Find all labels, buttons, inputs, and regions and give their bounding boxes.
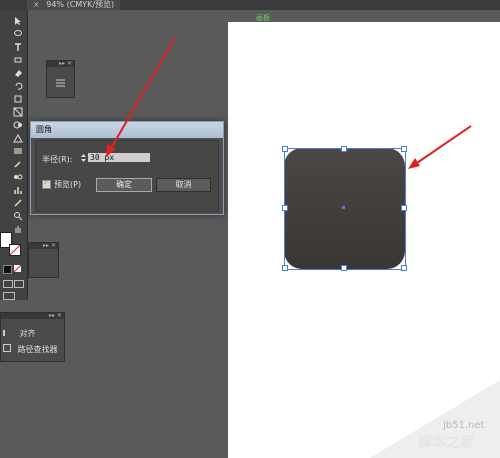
align-pathfinder-panel: ▸▸ ✕ 对齐 路径查找器 bbox=[0, 312, 65, 362]
floating-panel-swatch: ▸▸ ✕ bbox=[28, 242, 59, 278]
rectangle-tool-icon[interactable] bbox=[13, 55, 23, 65]
none-stroke-icon bbox=[9, 244, 21, 256]
preview-checkbox[interactable]: ✓ bbox=[42, 178, 51, 189]
align-label: 对齐 bbox=[19, 329, 36, 338]
screen-mode-icon[interactable] bbox=[3, 292, 15, 300]
artboard-label: 画板 bbox=[256, 14, 270, 22]
tools-panel bbox=[0, 10, 28, 300]
graph-tool-icon[interactable] bbox=[13, 185, 23, 195]
document-tab-strip: × 94% (CMYK/预览) bbox=[0, 0, 500, 10]
handle-middle-right[interactable] bbox=[401, 205, 407, 211]
scale-tool-icon[interactable] bbox=[13, 94, 23, 104]
pathfinder-label: 路径查找器 bbox=[17, 345, 58, 354]
panel-item-align[interactable]: 对齐 bbox=[1, 327, 36, 341]
handle-middle-left[interactable] bbox=[282, 205, 288, 211]
zoom-tool-icon[interactable] bbox=[13, 211, 23, 221]
panel-menu-icon[interactable] bbox=[47, 67, 74, 97]
type-tool-icon[interactable] bbox=[13, 42, 23, 52]
eraser-tool-icon[interactable] bbox=[13, 68, 23, 78]
radius-input[interactable]: 30 px bbox=[88, 153, 150, 162]
dialog-title-bar[interactable]: 圆角 bbox=[31, 122, 223, 138]
pathfinder-icon bbox=[3, 344, 11, 352]
watermark-url: jb51.net bbox=[443, 420, 485, 431]
floating-panel-small: ▸▸ ✕ bbox=[46, 60, 75, 98]
panel-header[interactable]: ▸▸ ✕ bbox=[1, 313, 64, 319]
perspective-grid-tool-icon[interactable] bbox=[13, 133, 23, 143]
cancel-button[interactable]: 取消 bbox=[156, 178, 211, 192]
panel-item-pathfinder[interactable]: 路径查找器 bbox=[1, 343, 58, 357]
hand-tool-icon[interactable] bbox=[13, 224, 23, 234]
gradient-tool-icon[interactable] bbox=[13, 146, 23, 156]
handle-bottom-right[interactable] bbox=[401, 265, 407, 271]
align-icon bbox=[3, 330, 13, 336]
ok-button[interactable]: 确定 bbox=[96, 178, 152, 192]
checkmark-icon: ✓ bbox=[43, 178, 50, 187]
draw-behind-icon[interactable] bbox=[14, 280, 24, 288]
handle-top-right[interactable] bbox=[401, 146, 407, 152]
handle-top-left[interactable] bbox=[282, 146, 288, 152]
none-mode-icon[interactable] bbox=[13, 264, 22, 273]
selection-bounding-box bbox=[284, 148, 406, 270]
radius-label: 半径(R): bbox=[42, 155, 73, 164]
draw-mode-icon[interactable] bbox=[3, 280, 13, 288]
none-slash-icon bbox=[13, 264, 22, 273]
document-tab-title: 94% (CMYK/预览) bbox=[46, 0, 115, 9]
stroke-swatch[interactable] bbox=[9, 244, 21, 256]
color-mode-icon[interactable] bbox=[3, 265, 12, 274]
panel-header[interactable]: ▸▸ ✕ bbox=[29, 243, 58, 249]
dialog-title: 圆角 bbox=[36, 125, 52, 134]
rounded-corners-dialog: 圆角 bbox=[30, 121, 224, 215]
radius-spinner-icon[interactable] bbox=[80, 153, 87, 163]
blend-tool-icon[interactable] bbox=[13, 172, 23, 182]
dialog-body bbox=[35, 140, 219, 212]
shape-builder-tool-icon[interactable] bbox=[13, 120, 23, 130]
lasso-tool-icon[interactable] bbox=[13, 29, 23, 39]
preview-label: 预览(P) bbox=[54, 180, 82, 189]
handle-bottom-center[interactable] bbox=[341, 265, 347, 271]
handle-bottom-left[interactable] bbox=[282, 265, 288, 271]
rotate-tool-icon[interactable] bbox=[13, 81, 23, 91]
document-tab[interactable]: × 94% (CMYK/预览) bbox=[27, 0, 121, 10]
center-point bbox=[342, 206, 345, 209]
watermark-text: 脚本之家 bbox=[418, 435, 474, 451]
handle-top-center[interactable] bbox=[341, 146, 347, 152]
slice-tool-icon[interactable] bbox=[13, 198, 23, 208]
direct-selection-tool-icon[interactable] bbox=[13, 16, 23, 26]
free-transform-tool-icon[interactable] bbox=[13, 107, 23, 117]
eyedropper-tool-icon[interactable] bbox=[13, 159, 23, 169]
close-tab-icon[interactable]: × bbox=[33, 0, 40, 9]
